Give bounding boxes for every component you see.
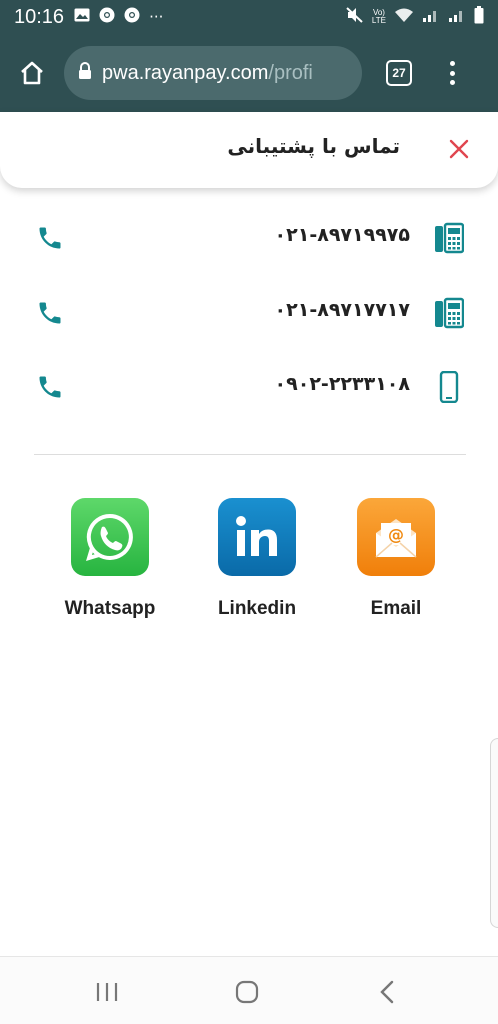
phone-handset-icon	[39, 302, 61, 324]
system-nav-bar	[0, 956, 498, 1024]
call-button[interactable]	[36, 224, 64, 252]
url-text: pwa.rayanpay.com/profi	[102, 61, 313, 84]
phone-row: ۰۲۱-۸۹۷۱۷۷۱۷	[0, 287, 498, 337]
whatsapp-label: Whatsapp	[64, 598, 156, 619]
landline-phone-icon	[434, 297, 465, 329]
recent-apps-icon	[96, 983, 118, 1001]
battery-icon	[474, 6, 484, 28]
close-button[interactable]	[448, 138, 470, 160]
back-button[interactable]	[372, 977, 402, 1007]
home-circle-icon	[235, 980, 259, 1004]
chrome-icon	[99, 7, 115, 27]
support-header: تماس با پشتیبانی	[0, 112, 498, 188]
lock-icon	[78, 62, 92, 84]
menu-dot	[449, 80, 455, 85]
email-link[interactable]: @ Email	[336, 498, 456, 628]
back-chevron-icon	[380, 980, 394, 1004]
mobile-phone-icon	[434, 370, 464, 404]
phone-handset-icon	[39, 227, 61, 249]
page-title: تماس با پشتیبانی	[227, 134, 400, 158]
tab-switcher-button[interactable]: 27	[386, 60, 412, 86]
more-dots-icon: ···	[149, 8, 164, 26]
close-icon	[449, 139, 469, 159]
chrome-icon	[124, 7, 140, 27]
linkedin-icon	[218, 498, 296, 576]
email-label: Email	[370, 598, 422, 619]
phone-row: ۰۹۰۲-۲۲۳۳۱۰۸	[0, 361, 498, 411]
home-button[interactable]	[0, 34, 64, 112]
signal-icon	[448, 7, 466, 27]
status-time: 10:16	[14, 5, 65, 28]
linkedin-link[interactable]: Linkedin	[197, 498, 317, 628]
email-icon: @	[357, 498, 435, 576]
address-bar[interactable]: pwa.rayanpay.com/profi	[64, 46, 362, 100]
call-button[interactable]	[36, 299, 64, 327]
home-icon	[21, 61, 43, 85]
signal-icon	[422, 7, 440, 27]
status-right-icons: Vo) LTE	[346, 6, 484, 28]
call-button[interactable]	[36, 373, 64, 401]
browser-menu-button[interactable]	[442, 58, 462, 88]
wifi-icon	[394, 7, 414, 27]
volte-icon: Vo) LTE	[371, 8, 386, 25]
image-icon	[74, 8, 90, 26]
phone-number[interactable]: ۰۲۱-۸۹۷۱۷۷۱۷	[275, 299, 410, 321]
section-divider	[34, 454, 466, 455]
landline-phone-icon	[434, 222, 465, 254]
status-bar: 10:16 ··· Vo) LTE	[0, 0, 498, 34]
recent-apps-button[interactable]	[92, 977, 122, 1007]
mute-icon	[346, 7, 364, 27]
phone-number[interactable]: ۰۲۱-۸۹۷۱۹۹۷۵	[275, 224, 410, 246]
edge-panel-handle[interactable]	[490, 738, 498, 928]
svg-text:@: @	[388, 525, 404, 544]
whatsapp-link[interactable]: Whatsapp	[50, 498, 170, 628]
phone-row: ۰۲۱-۸۹۷۱۹۹۷۵	[0, 212, 498, 262]
browser-toolbar: pwa.rayanpay.com/profi 27	[0, 34, 498, 112]
phone-handset-icon	[39, 376, 61, 398]
whatsapp-icon	[71, 498, 149, 576]
linkedin-label: Linkedin	[217, 598, 297, 619]
home-nav-button[interactable]	[232, 977, 262, 1007]
phone-number[interactable]: ۰۹۰۲-۲۲۳۳۱۰۸	[275, 373, 410, 395]
menu-dot	[449, 70, 455, 76]
menu-dot	[449, 61, 455, 66]
